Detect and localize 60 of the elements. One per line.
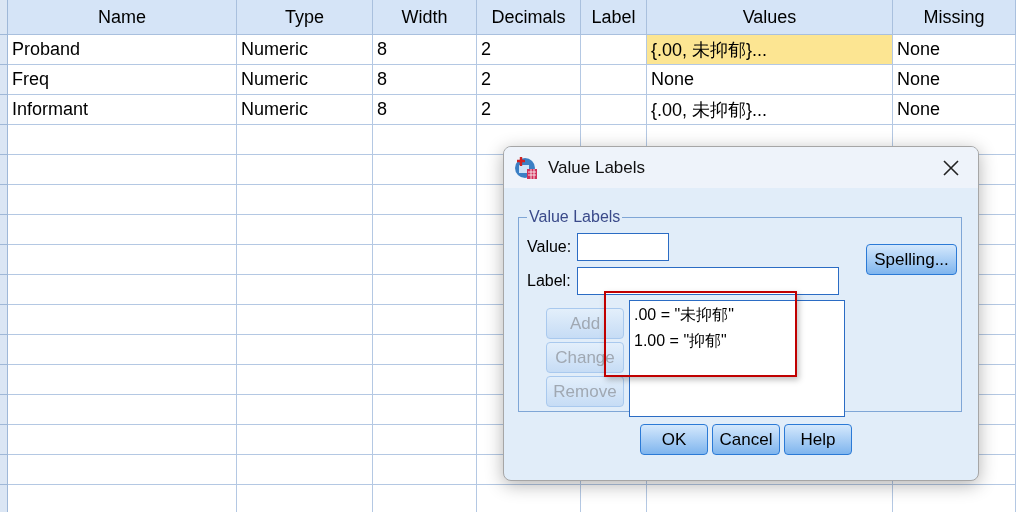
table-cell: 2 <box>477 65 581 95</box>
row-header[interactable] <box>0 305 8 335</box>
column-header[interactable]: Width <box>373 0 477 35</box>
window-title: Value Labels <box>548 157 647 178</box>
dialog-button[interactable]: OK <box>640 424 708 455</box>
row-header[interactable] <box>0 185 8 215</box>
table-cell: {.00, 未抑郁}... <box>647 35 893 65</box>
row-header[interactable] <box>0 125 8 155</box>
field-label: Value: <box>527 238 572 256</box>
column-header[interactable]: Decimals <box>477 0 581 35</box>
table-cell <box>581 35 647 65</box>
table-cell: None <box>893 95 1016 125</box>
table-cell: 2 <box>477 35 581 65</box>
dialog-button[interactable]: Cancel <box>712 424 780 455</box>
column-header[interactable]: Label <box>581 0 647 35</box>
table-cell: 8 <box>373 35 477 65</box>
corner-header <box>0 0 8 35</box>
table-cell: 8 <box>373 95 477 125</box>
table-cell: 2 <box>477 95 581 125</box>
table-cell: None <box>647 65 893 95</box>
row-header[interactable] <box>0 215 8 245</box>
value-field[interactable] <box>577 233 670 261</box>
table-cell: Informant <box>8 95 237 125</box>
list-item[interactable]: 1.00 = "抑郁" <box>634 331 840 352</box>
row-header[interactable] <box>0 35 8 65</box>
table-cell: Freq <box>8 65 237 95</box>
field-label: Label: <box>527 272 571 290</box>
table-cell: Numeric <box>237 35 373 65</box>
row-header[interactable] <box>0 425 8 455</box>
table-cell: None <box>893 35 1016 65</box>
row-header[interactable] <box>0 365 8 395</box>
row-header[interactable] <box>0 155 8 185</box>
group-title: Value Labels <box>528 208 622 226</box>
dialog-button[interactable]: Help <box>784 424 852 455</box>
row-header[interactable] <box>0 335 8 365</box>
column-header[interactable]: Type <box>237 0 373 35</box>
row-header[interactable] <box>0 245 8 275</box>
list-item[interactable]: .00 = "未抑郁" <box>634 305 840 326</box>
spelling-button[interactable]: Spelling... <box>866 244 957 275</box>
table-cell: {.00, 未抑郁}... <box>647 95 893 125</box>
table-cell: Numeric <box>237 65 373 95</box>
table-cell: Proband <box>8 35 237 65</box>
close-icon[interactable] <box>942 158 960 177</box>
row-header[interactable] <box>0 275 8 305</box>
column-header[interactable]: Values <box>647 0 893 35</box>
row-header[interactable] <box>0 485 8 512</box>
row-header[interactable] <box>0 455 8 485</box>
value-label-list[interactable]: .00 = "未抑郁" 1.00 = "抑郁" <box>629 300 845 417</box>
row-header[interactable] <box>0 95 8 125</box>
label-field[interactable] <box>576 267 839 295</box>
table-cell: 8 <box>373 65 477 95</box>
table-cell: None <box>893 65 1016 95</box>
app-icon <box>514 155 538 180</box>
table-cell: Numeric <box>237 95 373 125</box>
column-header[interactable]: Name <box>8 0 237 35</box>
row-header[interactable] <box>0 65 8 95</box>
column-header[interactable]: Missing <box>893 0 1016 35</box>
table-cell <box>581 95 647 125</box>
row-header[interactable] <box>0 395 8 425</box>
table-cell <box>581 65 647 95</box>
